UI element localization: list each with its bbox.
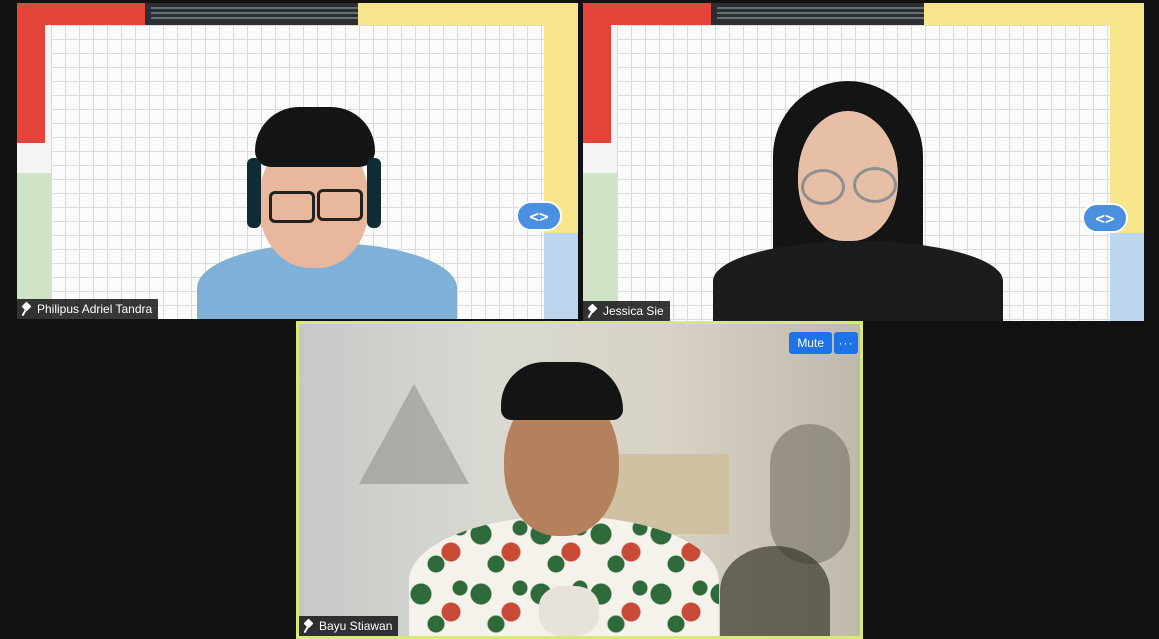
participant-tile-bayu[interactable]: Mute ··· Bayu Stiawan xyxy=(296,321,863,639)
participant-name: Bayu Stiawan xyxy=(319,619,393,633)
participant-name-tag: Philipus Adriel Tandra xyxy=(17,299,159,319)
participant-tile-philipus[interactable]: <> Philipus Adriel Tandra xyxy=(17,3,578,319)
participant-name: Philipus Adriel Tandra xyxy=(37,302,153,316)
participant-name-tag: Bayu Stiawan xyxy=(299,616,399,636)
pin-icon xyxy=(303,619,315,633)
video-gallery: <> Philipus Adriel Tandra <> Jessica Sie… xyxy=(0,0,1159,639)
participant-tile-jessica[interactable]: <> Jessica Sie xyxy=(583,3,1144,321)
code-badge-icon: <> xyxy=(1082,203,1128,233)
code-badge-icon: <> xyxy=(516,201,562,231)
participant-video-bayu xyxy=(399,346,729,636)
pin-icon xyxy=(21,302,33,316)
participant-video-jessica xyxy=(713,81,1013,321)
participant-video-philipus xyxy=(187,103,487,319)
participant-name: Jessica Sie xyxy=(603,304,664,318)
pin-icon xyxy=(587,304,599,318)
participant-name-tag: Jessica Sie xyxy=(583,301,670,321)
more-options-button[interactable]: ··· xyxy=(834,332,858,354)
mute-button[interactable]: Mute xyxy=(789,332,832,354)
